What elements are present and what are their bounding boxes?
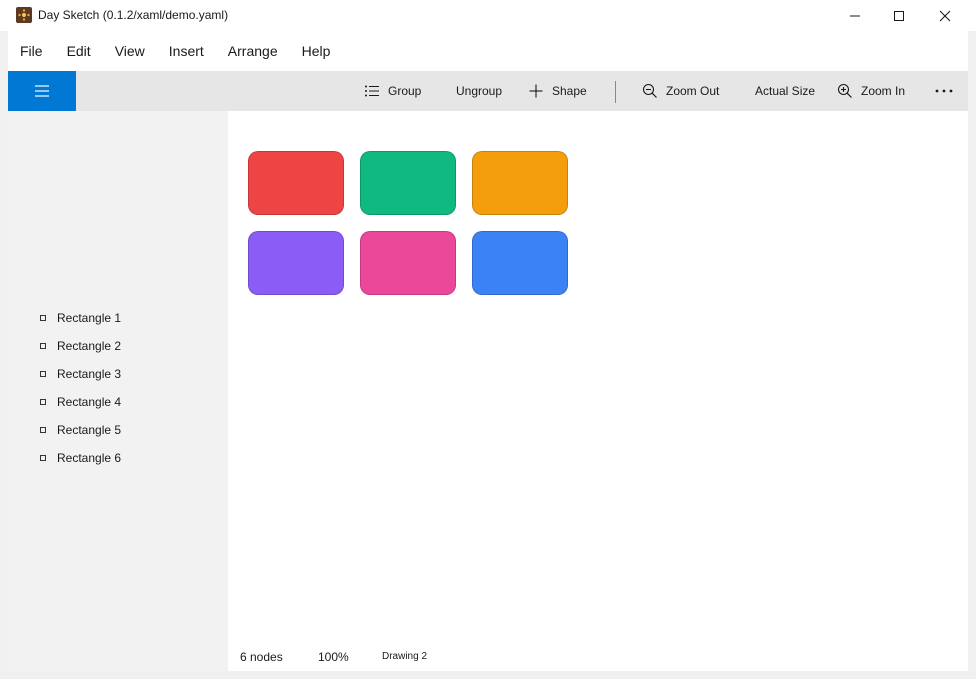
- actual-size-button[interactable]: Actual Size: [755, 71, 815, 111]
- zoom-level: 100%: [318, 650, 349, 664]
- shape-button[interactable]: Shape: [528, 71, 587, 111]
- day-sketch-icon: [16, 7, 32, 23]
- zoom-in-icon: [837, 83, 852, 98]
- rectangle-icon: [40, 455, 46, 461]
- ungroup-label: Ungroup: [456, 84, 503, 98]
- layers-pane: Rectangle 1 Rectangle 2 Rectangle 3 Rect…: [8, 111, 228, 671]
- minimize-icon: [850, 15, 860, 16]
- rectangle-shape-1[interactable]: [248, 151, 344, 215]
- list-icon: [365, 85, 379, 97]
- actual-size-label: Actual Size: [755, 84, 816, 98]
- menu-bar: File Edit View Insert Arrange Help: [8, 31, 968, 71]
- plus-icon: [529, 84, 543, 98]
- window-title: Day Sketch (0.1.2/xaml/demo.yaml): [38, 8, 229, 22]
- menu-help[interactable]: Help: [290, 31, 343, 71]
- rectangle-icon: [40, 371, 46, 377]
- group-label: Group: [388, 84, 422, 98]
- layer-label: Rectangle 3: [57, 367, 122, 381]
- menu-file[interactable]: File: [8, 31, 55, 71]
- layer-item[interactable]: Rectangle 5: [8, 416, 228, 444]
- shape-label: Shape: [552, 84, 587, 98]
- zoom-out-icon: [642, 83, 657, 98]
- maximize-icon: [894, 10, 904, 21]
- minimize-button[interactable]: [832, 0, 878, 31]
- toolbar-separator: [615, 81, 616, 103]
- zoom-in-button[interactable]: Zoom In: [837, 71, 905, 111]
- menu-edit[interactable]: Edit: [55, 31, 103, 71]
- menu-arrange[interactable]: Arrange: [216, 31, 290, 71]
- layer-list: Rectangle 1 Rectangle 2 Rectangle 3 Rect…: [8, 304, 228, 472]
- layer-item[interactable]: Rectangle 2: [8, 332, 228, 360]
- close-button[interactable]: [922, 0, 968, 31]
- hamburger-icon: [35, 85, 49, 97]
- rectangle-icon: [40, 315, 46, 321]
- node-count: 6 nodes: [240, 650, 283, 664]
- layer-item[interactable]: Rectangle 1: [8, 304, 228, 332]
- toolbar: Group Ungroup Shape Zoom Out Actual Size…: [8, 71, 968, 111]
- rectangle-shape-6[interactable]: [472, 231, 568, 295]
- zoom-out-label: Zoom Out: [666, 84, 720, 98]
- layer-label: Rectangle 5: [57, 423, 122, 437]
- layer-item[interactable]: Rectangle 3: [8, 360, 228, 388]
- title-bar: Day Sketch (0.1.2/xaml/demo.yaml): [0, 0, 976, 31]
- rectangle-icon: [40, 343, 46, 349]
- layer-item[interactable]: Rectangle 4: [8, 388, 228, 416]
- rectangle-shape-5[interactable]: [360, 231, 456, 295]
- ungroup-button[interactable]: Ungroup: [456, 71, 502, 111]
- pane-toggle-button[interactable]: [8, 71, 76, 111]
- more-icon: [935, 89, 953, 93]
- rectangle-shape-4[interactable]: [248, 231, 344, 295]
- group-button[interactable]: Group: [364, 71, 421, 111]
- zoom-in-label: Zoom In: [861, 84, 906, 98]
- layer-label: Rectangle 6: [57, 451, 122, 465]
- layer-label: Rectangle 4: [57, 395, 122, 409]
- layer-item[interactable]: Rectangle 6: [8, 444, 228, 472]
- close-icon: [939, 10, 951, 21]
- more-button[interactable]: [928, 71, 960, 111]
- layer-label: Rectangle 1: [57, 311, 122, 325]
- drawing-name: Drawing 2: [382, 651, 428, 662]
- menu-view[interactable]: View: [103, 31, 157, 71]
- maximize-button[interactable]: [876, 0, 922, 31]
- layer-label: Rectangle 2: [57, 339, 122, 353]
- menu-insert[interactable]: Insert: [157, 31, 216, 71]
- rectangle-shape-3[interactable]: [472, 151, 568, 215]
- drawing-canvas[interactable]: 6 nodes 100% Drawing 2: [228, 111, 968, 671]
- zoom-out-button[interactable]: Zoom Out: [642, 71, 719, 111]
- rectangle-icon: [40, 399, 46, 405]
- rectangle-icon: [40, 427, 46, 433]
- rectangle-shape-2[interactable]: [360, 151, 456, 215]
